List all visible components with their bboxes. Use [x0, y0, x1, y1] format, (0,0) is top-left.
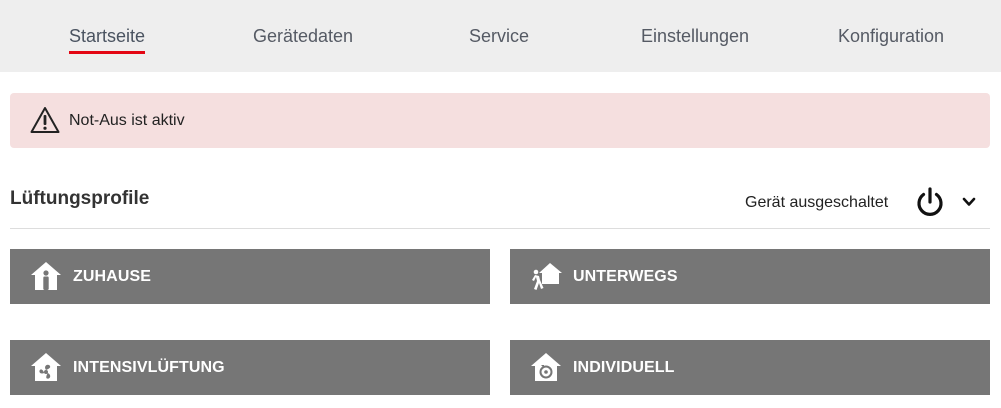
- tab-label: Konfiguration: [837, 26, 945, 46]
- profile-button-intensivlueftung[interactable]: INTENSIVLÜFTUNG: [10, 340, 490, 395]
- profile-button-unterwegs[interactable]: UNTERWEGS: [510, 249, 990, 304]
- tab-label: Einstellungen: [640, 26, 750, 46]
- tab-konfiguration[interactable]: Konfiguration: [793, 0, 989, 72]
- tab-label: Startseite: [68, 26, 146, 54]
- device-status: Gerät ausgeschaltet: [745, 194, 889, 211]
- alert-message: Not-Aus ist aktiv: [69, 112, 185, 129]
- tab-einstellungen[interactable]: Einstellungen: [597, 0, 793, 72]
- profile-label: UNTERWEGS: [573, 268, 678, 285]
- section-divider: [10, 228, 990, 229]
- tab-startseite[interactable]: Startseite: [9, 0, 205, 72]
- custom-house-icon: [531, 353, 561, 381]
- profile-button-individuell[interactable]: INDIVIDUELL: [510, 340, 990, 395]
- tab-label: Service: [468, 26, 530, 46]
- tab-service[interactable]: Service: [401, 0, 597, 72]
- section-title: Lüftungsprofile: [10, 188, 150, 209]
- fan-house-icon: [31, 353, 61, 381]
- away-icon: [532, 263, 562, 290]
- tab-geraetedaten[interactable]: Gerätedaten: [205, 0, 401, 72]
- profile-label: INDIVIDUELL: [573, 359, 675, 376]
- tab-label: Gerätedaten: [252, 26, 354, 46]
- chevron-down-icon[interactable]: [961, 196, 977, 208]
- warning-icon: [30, 107, 60, 133]
- emergency-stop-alert: Not-Aus ist aktiv: [10, 93, 990, 148]
- power-icon[interactable]: [914, 186, 946, 220]
- home-person-icon: [31, 262, 61, 290]
- top-navigation: Startseite Gerätedaten Service Einstellu…: [0, 0, 1001, 72]
- profile-button-zuhause[interactable]: ZUHAUSE: [10, 249, 490, 304]
- profile-label: ZUHAUSE: [73, 268, 152, 285]
- profile-label: INTENSIVLÜFTUNG: [73, 359, 225, 376]
